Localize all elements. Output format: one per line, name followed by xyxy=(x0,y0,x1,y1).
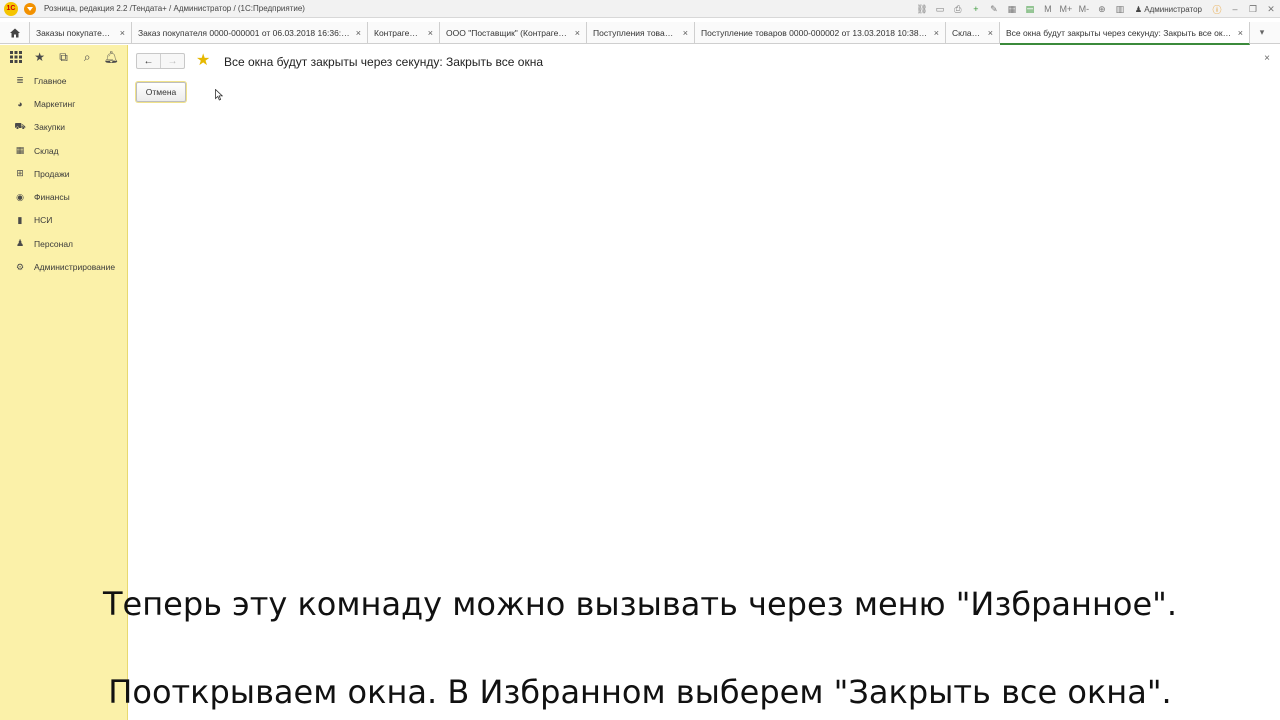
tab-warehouses[interactable]: Склады × xyxy=(946,22,1000,44)
gear-icon: ⚙ xyxy=(15,261,25,272)
close-icon[interactable]: × xyxy=(120,28,125,38)
sidebar-item-label: Администрирование xyxy=(34,262,116,273)
home-icon xyxy=(9,28,20,38)
home-tab[interactable] xyxy=(0,22,30,44)
minimize-icon[interactable]: – xyxy=(1229,3,1241,15)
calendar-icon[interactable]: ▦ xyxy=(1006,3,1018,15)
tab-label: Заказы покупателей xyxy=(36,28,114,38)
close-icon[interactable]: × xyxy=(934,28,939,38)
app-logo: 1С xyxy=(4,1,18,16)
print-icon[interactable]: ⎙ xyxy=(952,3,964,15)
search-icon[interactable]: ⌕ xyxy=(78,48,96,66)
user-name: Администратор xyxy=(1144,4,1202,14)
chevron-down-icon: ▾ xyxy=(1259,27,1265,37)
tab-label: Поступление товаров 0000-000002 от 13.03… xyxy=(701,28,928,38)
sidebar-item-finance[interactable]: ◉ Финансы xyxy=(0,185,127,208)
link-icon[interactable]: ⛓ xyxy=(916,3,928,15)
close-icon[interactable]: × xyxy=(1238,28,1243,38)
user-icon: ♟ xyxy=(1134,4,1143,14)
sidebar-item-label: Персонал xyxy=(34,238,74,249)
tab-label: Склады xyxy=(952,28,982,38)
sidebar-item-label: Главное xyxy=(34,75,67,86)
tab-goods-receipt-document[interactable]: Поступление товаров 0000-000002 от 13.03… xyxy=(695,22,946,44)
restore-icon[interactable]: ❐ xyxy=(1247,3,1259,15)
window-title: Розница, редакция 2.2 /Тендата+ / Админи… xyxy=(44,4,305,13)
mouse-cursor-icon xyxy=(215,89,223,101)
sidebar-item-label: Закупки xyxy=(34,122,65,133)
tab-label: Контрагенты xyxy=(374,28,422,38)
tab-goods-receipts[interactable]: Поступления товаров × xyxy=(587,22,695,44)
tab-supplier[interactable]: ООО "Поставщик" (Контрагент) × xyxy=(440,22,587,44)
pie-icon: ◕ xyxy=(17,98,23,109)
notifications-icon[interactable]: 🔔︎ xyxy=(102,48,120,66)
navigation-buttons: ← → xyxy=(136,53,185,69)
close-window-icon[interactable]: ✕ xyxy=(1265,3,1277,15)
sidebar-item-label: Финансы xyxy=(34,192,70,203)
form-title: Все окна будут закрыты через секунду: За… xyxy=(224,55,544,69)
add-icon[interactable]: + xyxy=(970,3,982,15)
all-functions-icon[interactable] xyxy=(7,48,25,66)
history-icon[interactable]: ⧉ xyxy=(54,48,72,66)
cart-icon: ⛟ xyxy=(14,121,26,132)
tab-counterparties[interactable]: Контрагенты × xyxy=(368,22,440,44)
main-menu-button[interactable] xyxy=(24,2,36,15)
memory-mplus-icon[interactable]: M+ xyxy=(1060,3,1073,15)
sidebar-item-nsi[interactable]: ▮ НСИ xyxy=(0,209,127,232)
edit-icon[interactable]: ✎ xyxy=(988,3,1000,15)
tab-label: Заказ покупателя 0000-000001 от 06.03.20… xyxy=(138,28,350,38)
back-arrow-icon[interactable]: ← xyxy=(137,54,160,68)
close-icon[interactable]: × xyxy=(356,28,361,38)
list-icon: ≣ xyxy=(16,75,24,86)
sidebar-item-marketing[interactable]: ◕ Маркетинг xyxy=(0,92,127,115)
basket-icon: ⊞ xyxy=(16,168,24,179)
favorite-star-icon[interactable]: ★ xyxy=(196,53,210,69)
title-toolbar: ⛓ ▭ ⎙ + ✎ ▦ ▤ M M+ M- ⊕ ▥ ♟ Администрато… xyxy=(913,0,1280,18)
tab-orders[interactable]: Заказы покупателей × xyxy=(30,22,132,44)
form-close-icon[interactable]: × xyxy=(1264,53,1270,64)
sidebar-item-label: Маркетинг xyxy=(34,98,76,109)
book-icon: ▮ xyxy=(17,214,23,225)
sidebar-item-administration[interactable]: ⚙ Администрирование xyxy=(0,255,127,278)
panel-icon[interactable]: ▥ xyxy=(1114,3,1126,15)
close-icon[interactable]: × xyxy=(683,28,688,38)
tab-order-document[interactable]: Заказ покупателя 0000-000001 от 06.03.20… xyxy=(132,22,368,44)
cancel-button[interactable]: Отмена xyxy=(136,82,186,102)
grid-icon: ▦ xyxy=(15,145,25,156)
coin-icon: ◉ xyxy=(16,191,24,202)
tab-label: ООО "Поставщик" (Контрагент) xyxy=(446,28,569,38)
apps-grid-icon xyxy=(9,51,22,63)
tab-label: Все окна будут закрыты через секунду: За… xyxy=(1006,27,1232,38)
person-icon: ♟ xyxy=(15,238,25,249)
sidebar-item-personnel[interactable]: ♟ Персонал xyxy=(0,232,127,255)
close-icon[interactable]: × xyxy=(428,28,433,38)
subtitle-line-1: Теперь эту комнаду можно вызывать через … xyxy=(102,585,1178,623)
zoom-icon[interactable]: ⊕ xyxy=(1096,3,1108,15)
title-bar: 1С Розница, редакция 2.2 /Тендата+ / Адм… xyxy=(0,0,1280,18)
calculator-icon[interactable]: ▤ xyxy=(1024,3,1036,15)
current-user[interactable]: ♟ Администратор xyxy=(1135,5,1202,14)
sidebar-item-sales[interactable]: ⊞ Продажи xyxy=(0,162,127,185)
memory-m-icon[interactable]: M xyxy=(1042,3,1054,15)
sidebar-toolbar: ★ ⧉ ⌕ 🔔︎ xyxy=(0,45,127,69)
tab-label: Поступления товаров xyxy=(593,28,677,38)
sidebar-item-label: Продажи xyxy=(34,168,70,179)
forward-arrow-icon[interactable]: → xyxy=(161,54,184,68)
subtitle-line-2: Пооткрываем окна. В Избранном выберем "З… xyxy=(108,673,1172,711)
sidebar-item-warehouse[interactable]: ▦ Склад xyxy=(0,139,127,162)
favorites-icon[interactable]: ★ xyxy=(31,48,49,66)
sidebar-item-purchases[interactable]: ⛟ Закупки xyxy=(0,116,127,139)
close-icon[interactable]: × xyxy=(575,28,580,38)
save-icon[interactable]: ▭ xyxy=(934,3,946,15)
memory-mminus-icon[interactable]: M- xyxy=(1078,3,1090,15)
sidebar-item-label: Склад xyxy=(34,145,59,156)
sidebar-item-label: НСИ xyxy=(34,215,53,226)
open-windows-tabbar: Заказы покупателей × Заказ покупателя 00… xyxy=(0,22,1280,45)
tab-close-all-windows[interactable]: Все окна будут закрыты через секунду: За… xyxy=(1000,22,1250,45)
close-icon[interactable]: × xyxy=(988,28,993,38)
info-icon[interactable]: ⓘ xyxy=(1211,3,1223,15)
sidebar-item-main[interactable]: ≣ Главное xyxy=(0,69,127,92)
tabs-menu-button[interactable]: ▾ xyxy=(1250,22,1274,43)
